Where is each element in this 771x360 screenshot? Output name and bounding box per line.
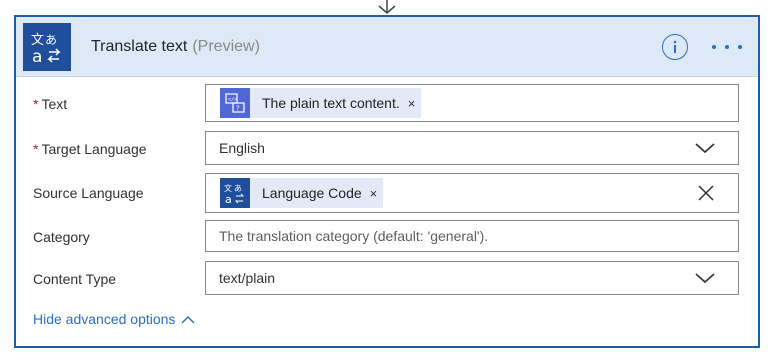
content-type-row: Content Type text/plain — [16, 259, 758, 299]
card-title-text: Translate text — [91, 37, 188, 55]
target-language-value: English — [219, 140, 265, 156]
info-icon[interactable] — [662, 34, 688, 60]
dynamic-content-token[interactable]: </> ? The plain text content. × — [220, 88, 422, 118]
token-label: Language Code — [262, 185, 362, 201]
text-label: * Text — [33, 96, 67, 112]
source-language-input[interactable]: 文 あ a Language Code × — [205, 173, 739, 213]
translate-token-icon: 文 あ a — [220, 178, 250, 208]
text-field-row: * Text </> ? The plain text content. × — [16, 84, 758, 124]
hide-advanced-options-label: Hide advanced options — [33, 311, 176, 327]
category-label: Category — [33, 229, 90, 245]
target-language-row: * Target Language English — [16, 129, 758, 169]
target-language-dropdown[interactable]: English — [205, 131, 739, 165]
svg-text:?: ? — [236, 105, 240, 113]
svg-text:文: 文 — [224, 183, 232, 193]
chevron-down-icon[interactable] — [694, 142, 716, 154]
svg-text:あ: あ — [45, 33, 57, 47]
target-language-label: * Target Language — [33, 141, 147, 157]
token-label: The plain text content. — [262, 95, 400, 111]
preview-tag: (Preview) — [192, 37, 260, 55]
svg-text:a: a — [225, 193, 232, 204]
svg-text:文: 文 — [31, 33, 44, 48]
text-label-text: Text — [41, 96, 68, 112]
source-language-label: Source Language — [33, 185, 144, 201]
flow-connector-arrow-icon — [378, 0, 396, 14]
category-placeholder: The translation category (default: 'gene… — [219, 228, 489, 244]
content-token-icon: </> ? — [220, 88, 250, 118]
content-type-label: Content Type — [33, 271, 117, 287]
content-type-dropdown[interactable]: text/plain — [205, 261, 739, 295]
chevron-down-icon[interactable] — [694, 272, 716, 284]
card-header[interactable]: 文 あ a Translate text (Preview) — [16, 17, 758, 77]
svg-text:</>: </> — [228, 97, 237, 103]
required-marker: * — [33, 96, 39, 112]
text-input[interactable]: </> ? The plain text content. × — [205, 84, 739, 122]
category-row: Category The translation category (defau… — [16, 217, 758, 257]
hide-advanced-options-link[interactable]: Hide advanced options — [33, 311, 195, 327]
required-marker: * — [33, 141, 39, 157]
more-options-icon[interactable] — [712, 37, 742, 57]
source-language-row: Source Language 文 あ a Language Code × — [16, 173, 758, 213]
card-title[interactable]: Translate text (Preview) — [91, 38, 260, 56]
dynamic-content-token[interactable]: 文 あ a Language Code × — [220, 178, 384, 208]
chevron-up-icon — [181, 315, 195, 323]
translate-text-action-card: 文 あ a Translate text (Preview) * Text </… — [14, 15, 760, 348]
target-language-label-text: Target Language — [41, 141, 147, 157]
token-remove-icon[interactable]: × — [408, 96, 416, 111]
svg-text:あ: あ — [234, 184, 242, 193]
clear-field-icon[interactable] — [698, 185, 714, 201]
svg-text:a: a — [32, 47, 42, 64]
category-input[interactable]: The translation category (default: 'gene… — [205, 220, 739, 252]
content-type-value: text/plain — [219, 270, 276, 286]
token-remove-icon[interactable]: × — [370, 186, 378, 201]
translate-icon: 文 あ a — [23, 22, 71, 71]
